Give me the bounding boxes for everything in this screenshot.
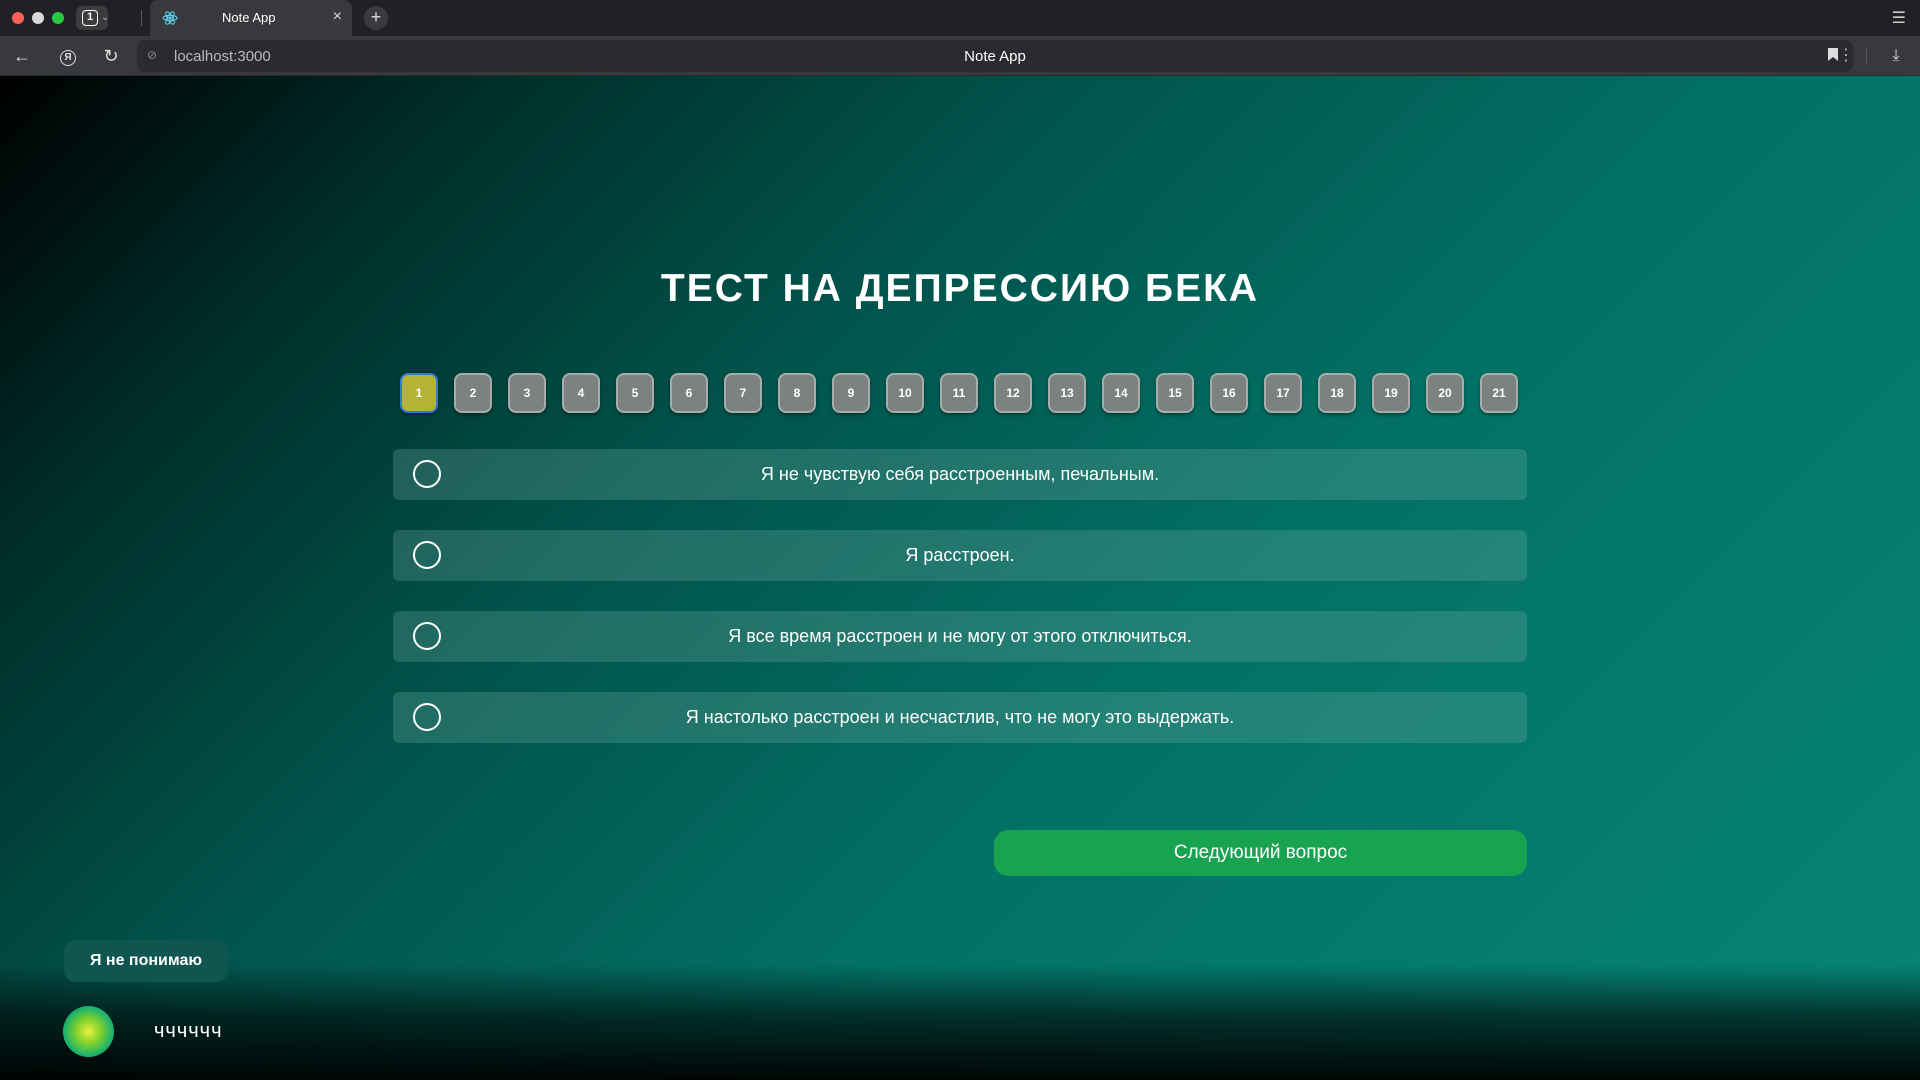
- chevron-down-icon: ⌄: [101, 12, 110, 23]
- dont-understand-button[interactable]: Я не понимаю: [64, 940, 228, 982]
- answer-option-text: Я не чувствую себя расстроенным, печальн…: [760, 464, 1160, 484]
- question-number-button[interactable]: 9: [832, 373, 870, 413]
- next-question-button[interactable]: Следующий вопрос: [994, 830, 1527, 876]
- tab-count: 1: [82, 10, 98, 26]
- question-number-button[interactable]: 21: [1480, 373, 1518, 413]
- answer-option-text: Я настолько расстроен и несчастлив, что …: [685, 707, 1235, 727]
- question-number-button[interactable]: 20: [1426, 373, 1464, 413]
- question-number-button[interactable]: 8: [778, 373, 816, 413]
- answer-option[interactable]: Я настолько расстроен и несчастлив, что …: [393, 692, 1527, 743]
- page-content: ТЕСТ НА ДЕПРЕССИЮ БЕКА 1 2 3 4 5 6 7 8 9 10 11 12 13…: [0, 76, 1920, 1080]
- page-title-in-address: Note App: [964, 48, 1026, 65]
- hamburger-menu-icon[interactable]: ☰: [1892, 8, 1906, 28]
- browser-tab-bar: 1 ⌄ Note App × + ☰: [0, 0, 1920, 36]
- tab-note-app[interactable]: Note App ×: [150, 0, 352, 36]
- reload-icon[interactable]: ↻: [99, 44, 123, 68]
- username: чччччч: [154, 1020, 223, 1042]
- url-field[interactable]: ⊘ localhost:3000 Note App: [137, 40, 1853, 72]
- answer-option[interactable]: Я все время расстроен и не могу от этого…: [393, 611, 1527, 662]
- question-number-button[interactable]: 11: [940, 373, 978, 413]
- download-icon[interactable]: ⤓: [1884, 44, 1908, 68]
- question-number-button[interactable]: 13: [1048, 373, 1086, 413]
- question-number-button[interactable]: 5: [616, 373, 654, 413]
- question-number-button[interactable]: 1: [400, 373, 438, 413]
- quiz-title: ТЕСТ НА ДЕПРЕССИЮ БЕКА: [660, 267, 1260, 310]
- question-number-button[interactable]: 2: [454, 373, 492, 413]
- bottom-fade: [0, 964, 1920, 1080]
- question-number-button[interactable]: 17: [1264, 373, 1302, 413]
- more-options-icon[interactable]: ⋮: [1834, 44, 1858, 68]
- maximize-window-button[interactable]: [52, 12, 64, 24]
- tab-title: Note App: [222, 10, 276, 25]
- question-number-button[interactable]: 12: [994, 373, 1032, 413]
- new-tab-button[interactable]: +: [364, 6, 388, 30]
- minimize-window-button[interactable]: [32, 12, 44, 24]
- question-number-button[interactable]: 14: [1102, 373, 1140, 413]
- close-tab-icon[interactable]: ×: [333, 8, 342, 26]
- answer-option[interactable]: Я расстроен.: [393, 530, 1527, 581]
- answer-option-text: Я все время расстроен и не могу от этого…: [728, 626, 1192, 646]
- question-number-button[interactable]: 10: [886, 373, 924, 413]
- question-number-button[interactable]: 6: [670, 373, 708, 413]
- question-number-button[interactable]: 19: [1372, 373, 1410, 413]
- toolbar-divider: [1866, 48, 1867, 64]
- avatar[interactable]: [63, 1006, 114, 1057]
- question-number-button[interactable]: 16: [1210, 373, 1248, 413]
- close-window-button[interactable]: [12, 12, 24, 24]
- question-number-button[interactable]: 3: [508, 373, 546, 413]
- tab-divider: [141, 10, 142, 26]
- browser-address-bar: ← Я ↻ ⊘ localhost:3000 Note App ⋮ ⤓: [0, 36, 1920, 76]
- question-number-button[interactable]: 15: [1156, 373, 1194, 413]
- back-arrow-icon[interactable]: ←: [10, 44, 34, 68]
- tab-counter-button[interactable]: 1 ⌄: [76, 6, 110, 30]
- question-number-button[interactable]: 4: [562, 373, 600, 413]
- react-icon: [162, 11, 178, 25]
- question-number-button[interactable]: 18: [1318, 373, 1356, 413]
- yandex-icon[interactable]: Я: [56, 44, 80, 68]
- answer-option-text: Я расстроен.: [905, 545, 1015, 565]
- question-number-button[interactable]: 7: [724, 373, 762, 413]
- answer-option[interactable]: Я не чувствую себя расстроенным, печальн…: [393, 449, 1527, 500]
